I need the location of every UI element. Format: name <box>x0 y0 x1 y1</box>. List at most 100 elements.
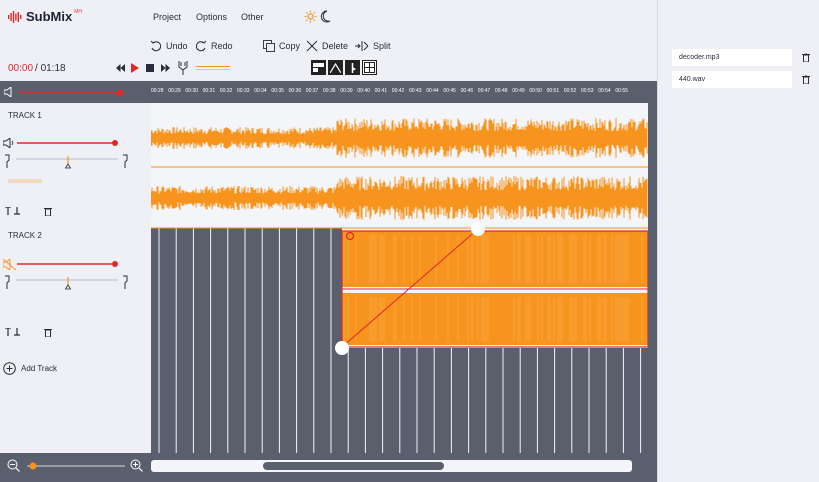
split-icon <box>355 41 369 51</box>
view-mode-grid[interactable] <box>362 60 377 75</box>
ruler-tick-label: 00:40 <box>357 88 370 94</box>
ruler-tick-label: 00:29 <box>168 88 181 94</box>
split-button[interactable]: Split <box>355 38 391 54</box>
delete-x-icon <box>306 40 318 52</box>
track-1-waveform-left <box>151 118 648 158</box>
waveform-logo-icon <box>8 10 22 23</box>
menu-project[interactable]: Project <box>153 12 181 22</box>
moon-icon[interactable] <box>320 10 331 23</box>
track-2-pan-slider[interactable] <box>4 275 130 291</box>
view-mode-cursor[interactable] <box>345 60 360 75</box>
ruler-tick-label: 00:53 <box>581 88 594 94</box>
top-bar: SubMix MH Project Options Other <box>0 0 657 36</box>
stop-icon[interactable] <box>146 64 154 72</box>
track-1-volume-icon[interactable] <box>3 138 15 148</box>
play-icon[interactable] <box>131 63 139 73</box>
copy-button[interactable]: Copy <box>263 38 300 54</box>
redo-label: Redo <box>211 41 233 51</box>
track-2-effects-icon[interactable] <box>5 328 23 336</box>
undo-button[interactable]: Undo <box>150 38 188 54</box>
timeline-ruler[interactable]: 00:28 00:29 00:30 00:31 00:32 00:33 00:34 00:35… <box>151 81 648 103</box>
rewind-icon[interactable] <box>116 64 125 72</box>
track-1-label: TRACK 1 <box>8 111 42 120</box>
track-2-volume-slider[interactable] <box>17 260 121 268</box>
tracks-panel: TRACK 1 TRACK 2 <box>0 103 151 377</box>
delete-label: Delete <box>322 41 349 51</box>
app-window: SubMix MH Project Options Other Undo Red… <box>0 0 819 482</box>
tracks-panel-filler <box>0 377 151 453</box>
ruler-tick-label: 00:32 <box>219 88 233 94</box>
add-track-button[interactable]: Add Track <box>3 362 57 375</box>
ruler-tick-label: 00:48 <box>495 88 508 94</box>
zoom-out-icon[interactable] <box>7 459 20 472</box>
speed-slider[interactable] <box>196 65 230 71</box>
ruler-tick-label: 00:31 <box>202 88 216 94</box>
envelope-icon <box>330 62 341 73</box>
copy-icon <box>263 40 275 52</box>
ruler-tick-label: 00:44 <box>426 88 439 94</box>
track-2-clip-bottom <box>342 293 648 345</box>
file-name: decoder.mp3 <box>679 54 720 61</box>
track-1-pan-slider[interactable] <box>4 154 130 170</box>
ruler-tick-label: 00:47 <box>477 88 491 94</box>
track-1-volume-slider[interactable] <box>17 139 121 147</box>
file-1-delete-icon[interactable] <box>802 53 810 62</box>
track-2-clip-top <box>342 231 648 287</box>
view-mode-group <box>311 60 377 75</box>
current-time: 00:00 <box>8 63 34 74</box>
undo-label: Undo <box>166 41 188 51</box>
ruler-tick-label: 00:46 <box>460 88 474 94</box>
cursor-icon <box>351 62 356 73</box>
fade-handle-top <box>471 222 485 236</box>
split-label: Split <box>373 41 391 51</box>
ruler-tick-label: 00:51 <box>546 88 560 94</box>
app-logo: SubMix MH <box>8 9 82 24</box>
ruler-tick-label: 00:50 <box>529 88 542 94</box>
file-name: 440.wav <box>679 76 706 83</box>
ruler-tick-label: 00:55 <box>615 88 628 94</box>
fade-start-marker <box>345 231 355 241</box>
ruler-tick-label: 00:28 <box>151 88 164 94</box>
scrollbar-thumb[interactable] <box>263 462 444 470</box>
ruler-tick-label: 00:52 <box>563 88 577 94</box>
ruler-tick-label: 00:49 <box>512 88 525 94</box>
app-badge: MH <box>74 8 83 15</box>
pitch-fork-icon[interactable] <box>177 61 189 75</box>
track-1-delete-icon[interactable] <box>44 207 52 216</box>
menu-other[interactable]: Other <box>241 12 264 22</box>
horizontal-scrollbar[interactable] <box>151 460 632 472</box>
ruler-tick-label: 00:34 <box>254 88 267 94</box>
undo-icon <box>150 40 162 52</box>
track-1-effects-icon[interactable] <box>5 207 23 215</box>
redo-icon <box>195 40 207 52</box>
file-item[interactable]: decoder.mp3 <box>672 49 792 66</box>
timeline-canvas[interactable] <box>151 103 648 453</box>
menu-options[interactable]: Options <box>196 12 227 22</box>
total-time: / 01:18 <box>35 63 66 74</box>
view-mode-envelope[interactable] <box>328 60 343 75</box>
ruler-tick-label: 00:35 <box>271 88 284 94</box>
sun-icon[interactable] <box>304 10 317 23</box>
master-volume-icon[interactable] <box>4 87 16 97</box>
delete-button[interactable]: Delete <box>306 38 348 54</box>
redo-button[interactable]: Redo <box>195 38 233 54</box>
track-2-delete-icon[interactable] <box>44 328 52 337</box>
zoom-in-icon[interactable] <box>130 459 143 472</box>
layers-icon <box>313 63 324 72</box>
track-1-waveform-right <box>151 176 648 220</box>
ruler-tick-label: 00:39 <box>340 88 353 94</box>
waveform-area <box>151 118 648 453</box>
fast-forward-icon[interactable] <box>161 64 170 72</box>
ruler-tick-label: 00:43 <box>409 88 422 94</box>
zoom-slider[interactable] <box>27 461 127 471</box>
ruler-tick-label: 00:42 <box>391 88 405 94</box>
master-volume-slider[interactable] <box>18 89 126 97</box>
timeline-edge <box>648 81 657 453</box>
ruler-tick-label: 00:54 <box>598 88 611 94</box>
ruler-tick-label: 00:36 <box>288 88 302 94</box>
ruler-tick-label: 00:45 <box>443 88 456 94</box>
file-item[interactable]: 440.wav <box>672 71 792 88</box>
track-2-mute-icon[interactable] <box>3 259 16 270</box>
file-2-delete-icon[interactable] <box>802 75 810 84</box>
view-mode-tracks[interactable] <box>311 60 326 75</box>
